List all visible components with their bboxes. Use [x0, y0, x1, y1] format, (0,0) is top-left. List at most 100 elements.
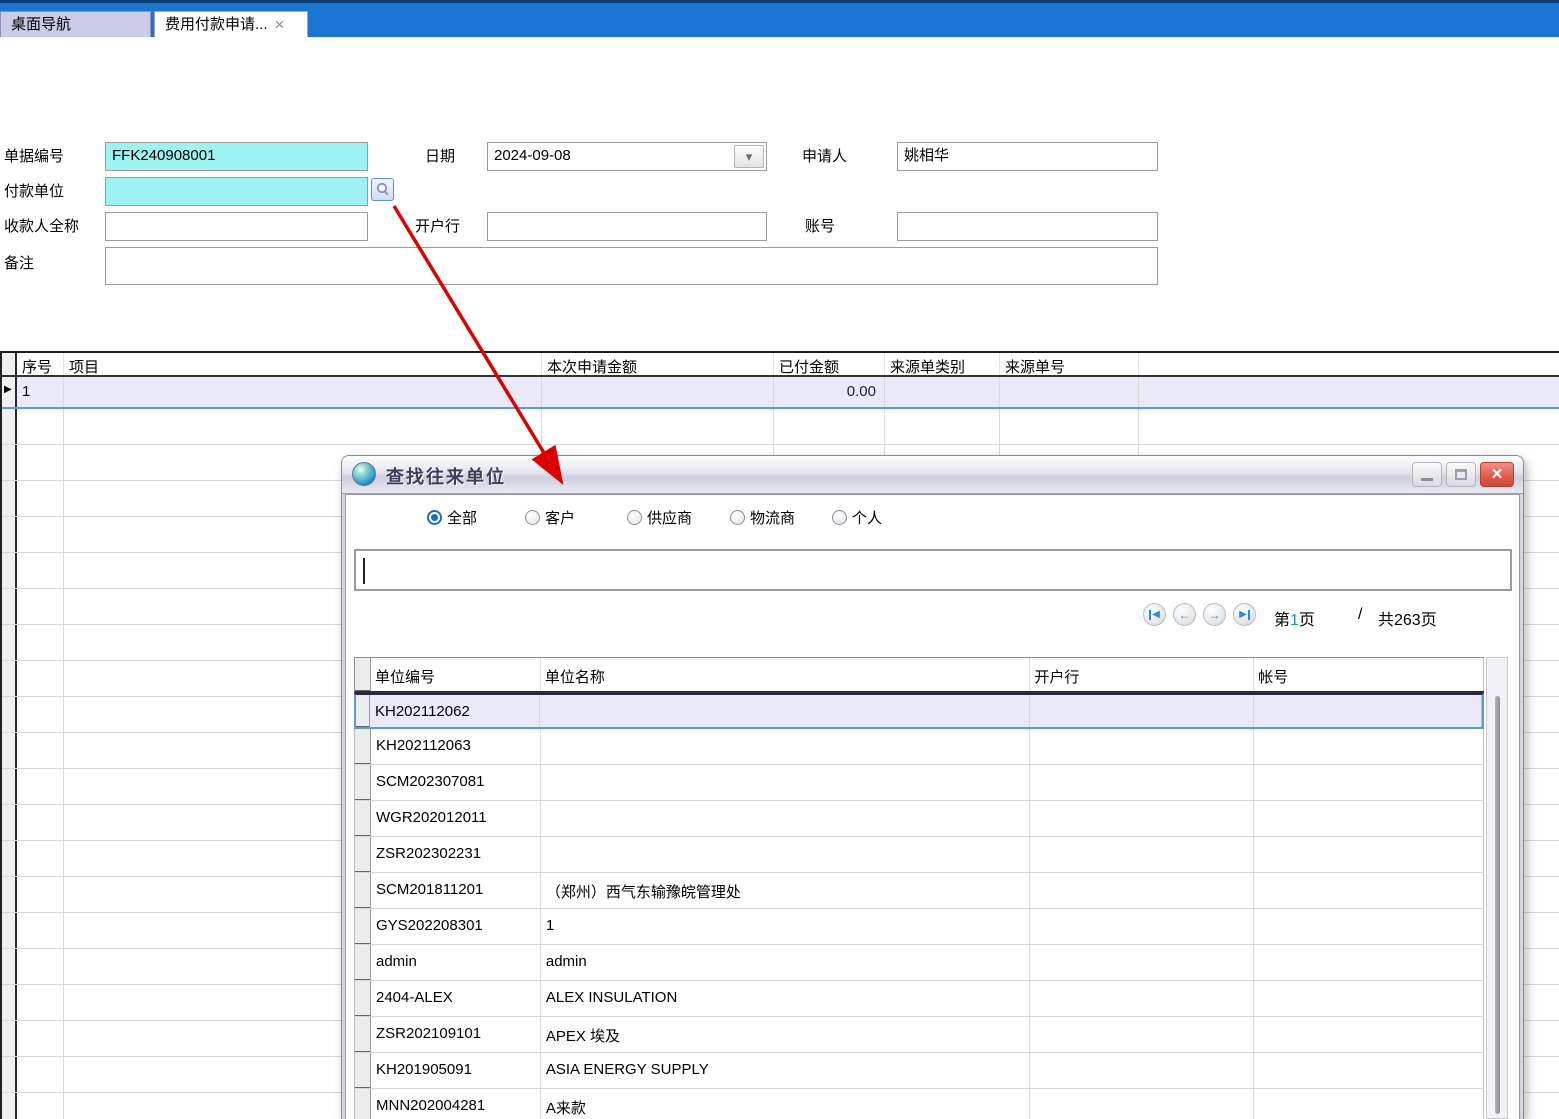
partner-row[interactable]: SCM201811201（郑州）西气东输豫皖管理处: [354, 873, 1484, 909]
unit-name-cell: 1: [541, 909, 1031, 944]
radio-label: 供应商: [647, 507, 692, 528]
col-header-item[interactable]: 项目: [64, 353, 542, 375]
partner-row[interactable]: GYS2022083011: [354, 909, 1484, 945]
date-field[interactable]: 2024-09-08 ▾: [487, 142, 767, 171]
tab-desktop-navigation[interactable]: 桌面导航: [0, 11, 151, 37]
radio-personal[interactable]: 个人: [832, 507, 882, 528]
partner-row[interactable]: ZSR202302231: [354, 837, 1484, 873]
radio-customer[interactable]: 客户: [525, 507, 575, 528]
seq-cell: [17, 697, 64, 732]
unit-code-cell: KH202112063: [371, 729, 541, 764]
col-header-unit-name[interactable]: 单位名称: [541, 658, 1031, 691]
unit-code-cell: ZSR202109101: [371, 1017, 541, 1052]
seq-cell: [17, 481, 64, 516]
col-header-bank[interactable]: 开户行: [1030, 658, 1254, 691]
total-pages: 共263页: [1378, 606, 1437, 630]
row-header-cell: [355, 1017, 371, 1052]
applicant-field[interactable]: 姚相华: [897, 142, 1158, 171]
expense-grid-row[interactable]: ▶10.00: [2, 377, 1559, 409]
previous-page-button[interactable]: ←: [1173, 603, 1196, 626]
remark-label: 备注: [4, 254, 34, 274]
grid-corner-cell: [2, 353, 17, 375]
tab-label: 费用付款申请...: [165, 12, 268, 38]
row-header-cell: [355, 801, 371, 836]
seq-cell: [17, 985, 64, 1020]
doc-no-field[interactable]: FFK240908001: [105, 142, 368, 171]
bank-label: 开户行: [415, 217, 460, 237]
vertical-scrollbar[interactable]: [1486, 657, 1508, 1119]
row-header-cell: [355, 765, 371, 800]
row-header-cell: ▶: [2, 377, 17, 407]
col-header-filler: [1139, 353, 1559, 375]
bank-cell: [1030, 1053, 1254, 1088]
first-page-button[interactable]: ◀: [1143, 603, 1166, 626]
col-header-source-type[interactable]: 来源单类别: [885, 353, 1000, 375]
payee-field[interactable]: [105, 212, 368, 241]
row-header-cell: [2, 733, 17, 768]
remark-field[interactable]: [105, 247, 1158, 285]
minimize-button[interactable]: [1412, 462, 1442, 487]
first-page-icon: ◀: [1152, 610, 1160, 620]
seq-cell: [17, 733, 64, 768]
partner-row[interactable]: WGR202012011: [354, 801, 1484, 837]
tab-close-icon[interactable]: ×: [275, 16, 285, 33]
minimize-icon: [1421, 478, 1433, 481]
row-header-cell: [2, 481, 17, 516]
seq-cell: [17, 913, 64, 948]
bank-cell: [1030, 801, 1254, 836]
radio-label: 全部: [447, 507, 477, 528]
unit-name-cell: [541, 765, 1031, 800]
partner-row[interactable]: MNN202004281A来款: [354, 1089, 1484, 1119]
last-page-button[interactable]: ▶: [1233, 603, 1256, 626]
unit-name-cell: A来款: [541, 1089, 1031, 1119]
partner-row[interactable]: ZSR202109101APEX 埃及: [354, 1017, 1484, 1053]
text-caret: [363, 558, 365, 584]
col-header-seq[interactable]: 序号: [17, 353, 64, 375]
unit-code-cell: GYS202208301: [371, 909, 541, 944]
account-label: 账号: [805, 217, 835, 237]
seq-cell: [17, 1093, 64, 1119]
seq-cell: [17, 445, 64, 480]
col-header-account[interactable]: 帐号: [1254, 658, 1484, 691]
partner-row[interactable]: 2404-ALEXALEX INSULATION: [354, 981, 1484, 1017]
unit-code-cell: KH201905091: [371, 1053, 541, 1088]
col-header-paid[interactable]: 已付金额: [774, 353, 885, 375]
source-no-cell: [1000, 409, 1139, 444]
unit-code-cell: MNN202004281: [371, 1089, 541, 1119]
tab-expense-payment-request[interactable]: 费用付款申请... ×: [154, 11, 308, 37]
partner-row[interactable]: SCM202307081: [354, 765, 1484, 801]
radio-all[interactable]: 全部: [427, 507, 477, 528]
next-page-button[interactable]: →: [1203, 603, 1226, 626]
account-cell: [1254, 873, 1484, 908]
unit-code-cell: WGR202012011: [371, 801, 541, 836]
payer-lookup-button[interactable]: [371, 178, 394, 201]
seq-cell: [17, 553, 64, 588]
maximize-icon: [1455, 469, 1467, 480]
chevron-down-icon[interactable]: ▾: [734, 145, 764, 168]
close-button[interactable]: ×: [1480, 462, 1514, 487]
col-header-source-no[interactable]: 来源单号: [1000, 353, 1139, 375]
account-cell: [1254, 695, 1482, 727]
maximize-button[interactable]: [1446, 462, 1476, 487]
partner-row[interactable]: KH202112062: [354, 693, 1484, 729]
dialog-title-bar[interactable]: 查找往来单位 ×: [342, 456, 1523, 494]
radio-logistics[interactable]: 物流商: [730, 507, 795, 528]
col-header-unit-code[interactable]: 单位编号: [371, 658, 541, 691]
partner-row[interactable]: KH202112063: [354, 729, 1484, 765]
partner-row[interactable]: adminadmin: [354, 945, 1484, 981]
partner-row[interactable]: KH201905091ASIA ENERGY SUPPLY: [354, 1053, 1484, 1089]
partner-search-input[interactable]: [354, 549, 1512, 591]
account-field[interactable]: [897, 212, 1158, 241]
bank-field[interactable]: [487, 212, 767, 241]
scrollbar-thumb[interactable]: [1495, 696, 1500, 1114]
payer-field[interactable]: [105, 177, 368, 206]
seq-cell: [17, 517, 64, 552]
page-indicator: 第1页: [1274, 606, 1315, 630]
radio-supplier[interactable]: 供应商: [627, 507, 692, 528]
partner-table-header: 单位编号 单位名称 开户行 帐号: [354, 657, 1484, 693]
col-header-amount[interactable]: 本次申请金额: [542, 353, 774, 375]
row-header-cell: [355, 1089, 371, 1119]
expense-grid-row[interactable]: [2, 409, 1559, 445]
unit-name-cell: admin: [541, 945, 1031, 980]
row-header-cell: [355, 837, 371, 872]
